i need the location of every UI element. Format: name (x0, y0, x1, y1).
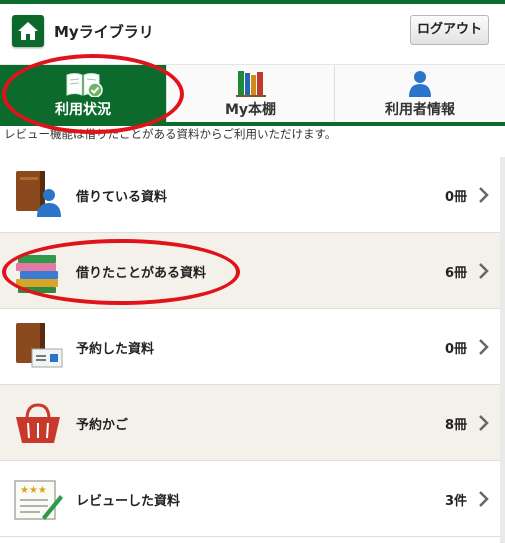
page-title: Myライブラリ (54, 23, 154, 41)
tab-label: 利用者情報 (385, 102, 455, 118)
chevron-right-icon (479, 187, 489, 203)
item-label: 予約かご (76, 418, 129, 433)
item-label: 借りたことがある資料 (76, 266, 207, 281)
basket-icon (16, 403, 60, 443)
item-count: 6冊 (444, 266, 467, 281)
chevron-right-icon (479, 339, 489, 355)
item-count: 8冊 (444, 418, 467, 433)
library-menu-list: 借りている資料 0冊 借りたことがある資料 6冊 予約した資料 0冊 予約かご … (0, 157, 505, 537)
item-count: 3件 (444, 494, 467, 509)
list-item-reviewed[interactable]: ★★★ レビューした資料 3件 (0, 461, 505, 537)
header: Myライブラリ ログアウト (0, 4, 505, 54)
home-icon (18, 22, 38, 40)
tab-my-bookshelf[interactable]: My本棚 (166, 65, 334, 123)
tab-label: My本棚 (224, 102, 277, 118)
tab-user-info[interactable]: 利用者情報 (334, 65, 505, 123)
item-count: 0冊 (444, 190, 467, 205)
book-check-icon (66, 73, 103, 97)
chevron-right-icon (479, 415, 489, 431)
item-label: レビューした資料 (76, 494, 181, 509)
user-icon (409, 71, 431, 97)
book-ticket-icon (16, 323, 63, 368)
review-notice: レビュー機能は借りたことがある資料からご利用いただけます。 (4, 127, 337, 141)
logout-button[interactable]: ログアウト (410, 15, 489, 45)
item-label: 予約した資料 (76, 342, 155, 357)
chevron-right-icon (479, 263, 489, 279)
list-item-reserved[interactable]: 予約した資料 0冊 (0, 309, 505, 385)
tab-label: 利用状況 (55, 102, 111, 118)
home-button[interactable] (12, 15, 44, 47)
scrollbar[interactable] (500, 157, 505, 543)
book-person-icon (16, 171, 61, 217)
item-count: 0冊 (444, 342, 467, 357)
tab-usage-status[interactable]: 利用状況 (0, 65, 166, 123)
list-item-reservation-basket[interactable]: 予約かご 8冊 (0, 385, 505, 461)
svg-text:★★★: ★★★ (20, 485, 47, 496)
book-stack-icon (16, 255, 58, 293)
tab-bar: 利用状況 My本棚 利用者情報 (0, 64, 505, 123)
item-label: 借りている資料 (76, 190, 168, 205)
bookshelf-icon (235, 71, 266, 97)
list-item-borrowing[interactable]: 借りている資料 0冊 (0, 157, 505, 233)
list-item-borrowed-history[interactable]: 借りたことがある資料 6冊 (0, 233, 505, 309)
review-stars-icon: ★★★ (14, 480, 63, 520)
chevron-right-icon (479, 491, 489, 507)
